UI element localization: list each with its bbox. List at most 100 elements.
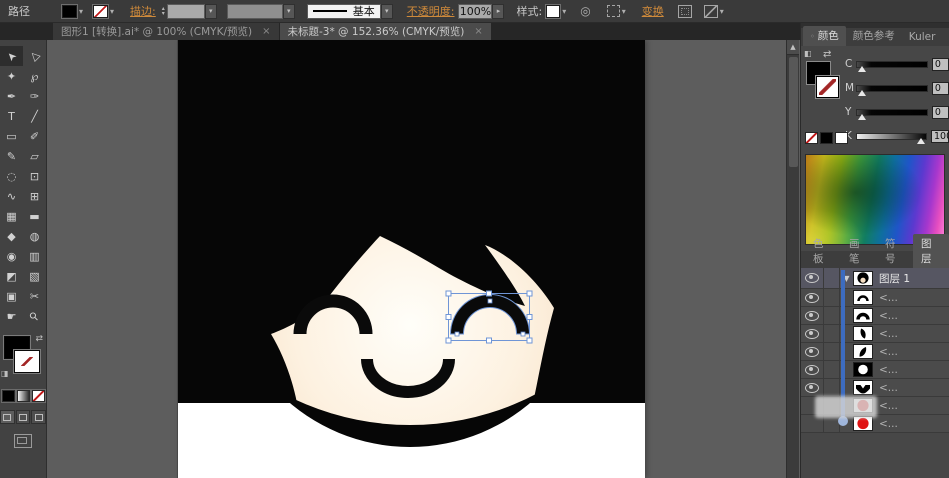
lasso-tool[interactable]: ℘ (23, 66, 46, 86)
gradient-button[interactable] (17, 390, 30, 402)
layer-name[interactable]: <... (879, 400, 898, 412)
layer-thumbnail[interactable] (853, 290, 873, 305)
layer-thumbnail[interactable] (853, 362, 873, 377)
gradient-tool[interactable]: ▬ (23, 206, 46, 226)
line-segment-tool[interactable]: ╱ (23, 106, 46, 126)
document-tab-2-close-icon[interactable]: × (474, 26, 482, 37)
lock-cell[interactable] (824, 343, 840, 360)
layer-row-2[interactable]: <... (801, 289, 949, 307)
layer-row-6[interactable]: <... (801, 361, 949, 379)
swap-fill-stroke-icon[interactable]: ⇄ (35, 334, 43, 344)
slider-track-C[interactable] (856, 61, 928, 68)
lock-cell[interactable] (824, 325, 840, 342)
live-paint-tool[interactable]: ▧ (23, 266, 46, 286)
layer-row-7[interactable]: <... (801, 379, 949, 397)
hand-tool[interactable]: ☛ (0, 306, 23, 326)
visibility-toggle[interactable] (801, 289, 824, 306)
layer-name[interactable]: <... (879, 346, 898, 358)
eraser-tool[interactable]: ▱ (23, 146, 46, 166)
lock-cell[interactable] (824, 268, 840, 288)
slider-value-K[interactable]: 100 (931, 130, 949, 143)
layer-row-5[interactable]: <... (801, 343, 949, 361)
lock-cell[interactable] (824, 307, 840, 324)
brush-caret-icon[interactable]: ▾ (381, 4, 393, 19)
magic-wand-tool[interactable]: ✦ (0, 66, 23, 86)
panel-tab-图层[interactable]: 图层 (913, 234, 949, 268)
eyedropper-tool[interactable]: ◆ (0, 226, 23, 246)
layer-name[interactable]: <... (879, 418, 898, 430)
opacity-caret-icon[interactable]: ▸ (492, 4, 504, 19)
symbol-sprayer-tool[interactable]: ◉ (0, 246, 23, 266)
brush-pen-tool[interactable]: ✑ (23, 86, 46, 106)
stroke-color-swatch[interactable] (93, 5, 108, 18)
isolate-selection-icon[interactable] (704, 5, 718, 18)
vertical-scrollbar[interactable]: ▲ (786, 40, 799, 478)
opacity-panel-link[interactable]: 不透明度: (407, 3, 455, 19)
visibility-toggle[interactable] (801, 361, 824, 378)
layer-row-4[interactable]: <... (801, 325, 949, 343)
brush-definition-dropdown[interactable]: 基本 (307, 4, 381, 19)
layer-thumbnail[interactable] (853, 308, 873, 323)
canvas-area[interactable]: ▲ (47, 40, 800, 478)
default-fill-stroke-icon[interactable]: ◨ (1, 369, 9, 378)
color-button[interactable] (2, 390, 15, 402)
layer-thumbnail[interactable] (853, 271, 873, 286)
opacity-field[interactable]: 100% (458, 4, 492, 19)
layer-name[interactable]: <... (879, 382, 898, 394)
slider-track-M[interactable] (856, 85, 928, 92)
artboard-tool[interactable]: ▣ (0, 286, 23, 306)
selection-tool[interactable]: ➤ (0, 46, 23, 66)
style-swatch[interactable] (546, 5, 560, 18)
slider-value-C[interactable]: 0 (932, 58, 949, 71)
draw-inside-button[interactable] (31, 410, 46, 424)
width-profile-dropdown[interactable] (227, 4, 283, 19)
panel-tab-颜色参考[interactable]: 颜色参考 (846, 26, 902, 46)
align-icon[interactable] (678, 5, 692, 18)
layer-name[interactable]: <... (879, 328, 898, 340)
lock-cell[interactable] (824, 289, 840, 306)
layer-thumbnail[interactable] (853, 326, 873, 341)
stroke-weight-field[interactable] (167, 4, 205, 19)
isolate-caret-icon[interactable]: ▾ (720, 7, 724, 16)
pencil-tool[interactable]: ✎ (0, 146, 23, 166)
panel-tab-Kuler[interactable]: Kuler (902, 29, 943, 46)
blend-tool[interactable]: ◍ (23, 226, 46, 246)
panel-tab-颜色[interactable]: ◦颜色 (803, 26, 846, 46)
mesh-tool[interactable]: ▦ (0, 206, 23, 226)
layer-thumbnail[interactable] (853, 380, 873, 395)
document-tab-1-close-icon[interactable]: × (262, 26, 270, 37)
width-tool[interactable]: ∿ (0, 186, 23, 206)
select-similar-caret-icon[interactable]: ▾ (622, 7, 626, 16)
lock-cell[interactable] (824, 379, 840, 396)
swap-colors-icon[interactable]: ⇄ (823, 49, 831, 60)
artwork[interactable] (47, 40, 800, 478)
layer-name[interactable]: 图层 1 (879, 271, 910, 286)
select-similar-icon[interactable] (607, 5, 620, 17)
zoom-tool[interactable]: ⚲ (23, 306, 46, 326)
width-profile-caret-icon[interactable]: ▾ (283, 4, 295, 19)
layer-name[interactable]: <... (879, 292, 898, 304)
color-spectrum[interactable] (805, 154, 945, 245)
free-transform-tool[interactable]: ⊡ (23, 166, 46, 186)
slider-track-Y[interactable] (856, 109, 928, 116)
stroke-panel-link[interactable]: 描边: (130, 3, 156, 19)
layer-row-1[interactable]: ▼图层 1 (801, 268, 949, 289)
draw-behind-button[interactable] (16, 410, 31, 424)
layer-thumbnail[interactable] (853, 344, 873, 359)
slider-value-M[interactable]: 0 (932, 82, 949, 95)
scroll-up-icon[interactable]: ▲ (787, 40, 799, 55)
scrollbar-thumb[interactable] (789, 57, 798, 167)
transform-panel-link[interactable]: 变换 (642, 3, 664, 19)
style-caret-icon[interactable]: ▾ (562, 7, 566, 16)
white-swatch[interactable] (835, 132, 848, 144)
column-graph-tool[interactable]: ▥ (23, 246, 46, 266)
stroke-caret-icon[interactable]: ▾ (110, 7, 114, 16)
document-tab-1[interactable]: 图形1 [转换].ai* @ 100% (CMYK/预览) × (53, 22, 279, 40)
none-button[interactable] (32, 390, 45, 402)
none-swatch[interactable] (805, 132, 818, 144)
stroke-weight-stepper[interactable]: ▴ ▾ (162, 6, 165, 16)
fill-color-swatch[interactable] (62, 5, 77, 18)
black-swatch[interactable] (820, 132, 833, 144)
rotate-tool[interactable]: ◌ (0, 166, 23, 186)
visibility-toggle[interactable] (801, 307, 824, 324)
